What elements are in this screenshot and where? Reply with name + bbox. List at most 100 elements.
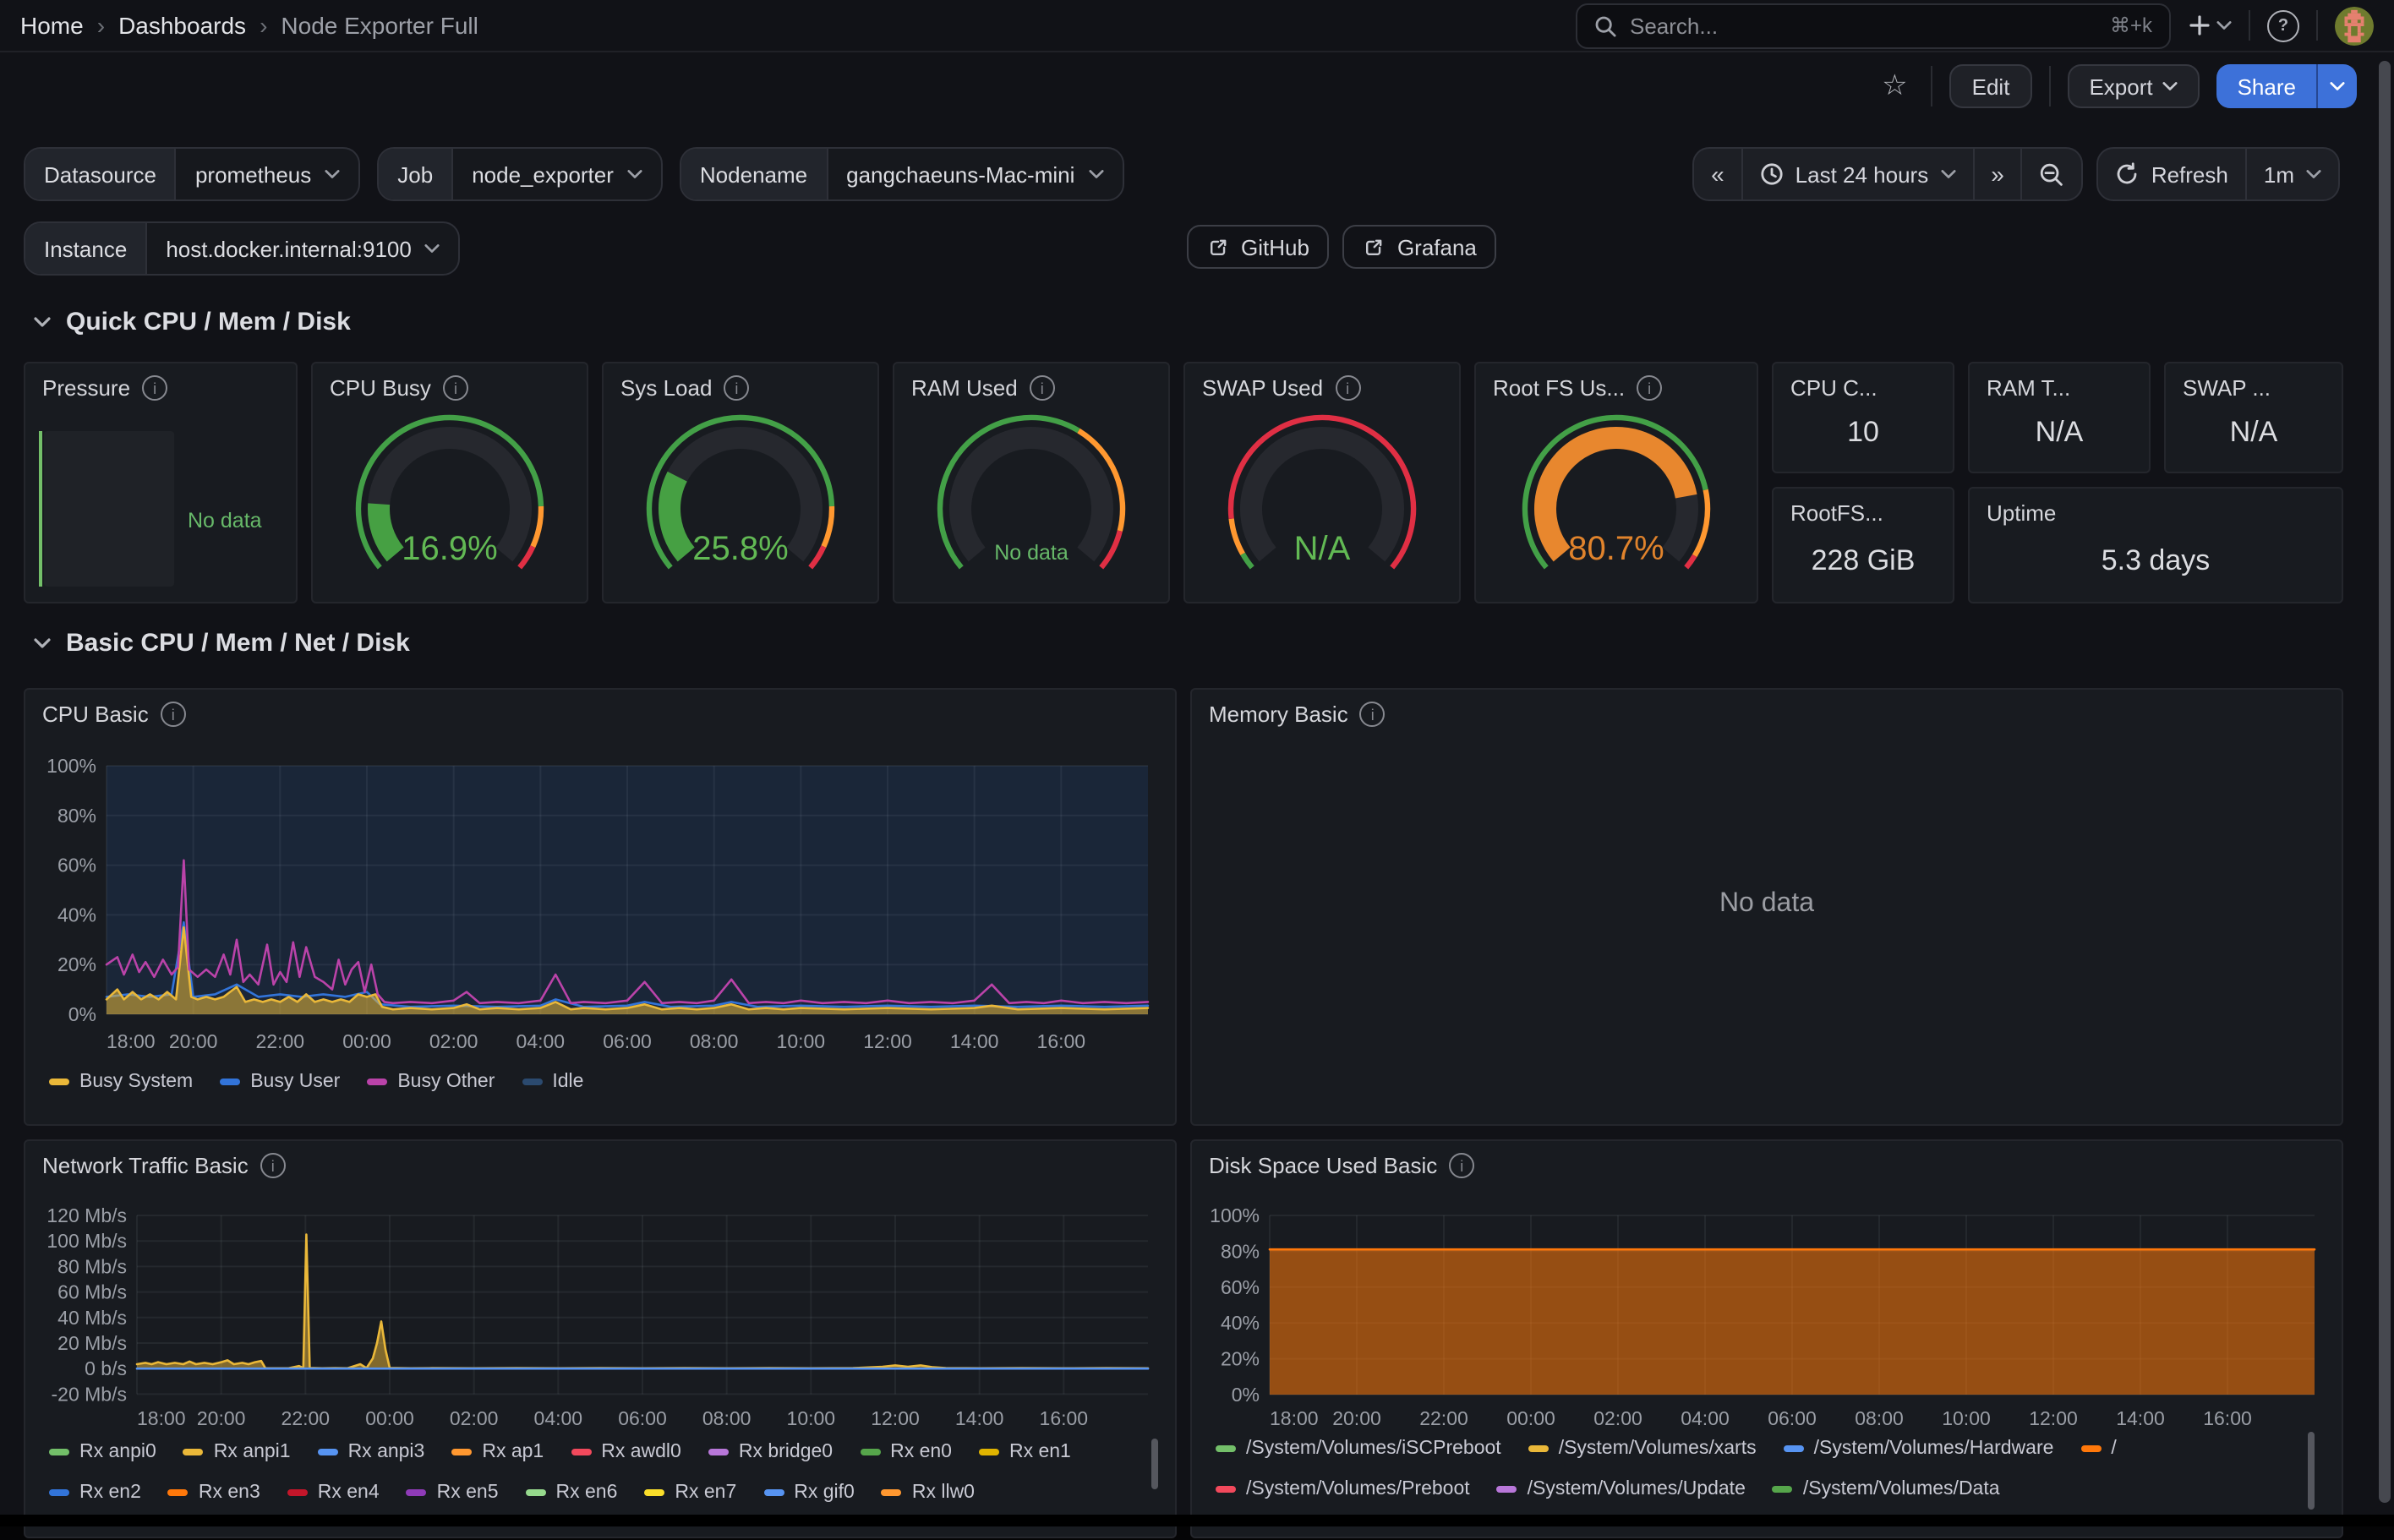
legend-item[interactable]: Rx en5 (407, 1483, 499, 1503)
favorite-button[interactable]: ☆ (1875, 69, 1915, 103)
legend-item[interactable]: Rx en2 (49, 1483, 141, 1503)
section-basic-cpu-mem-net-disk[interactable]: Basic CPU / Mem / Net / Disk (34, 629, 410, 658)
legend-item[interactable]: Busy User (220, 1072, 340, 1092)
page-scrollbar[interactable] (2379, 57, 2392, 1521)
legend-swatch (1216, 1445, 1236, 1452)
github-link[interactable]: GitHub (1187, 225, 1330, 269)
legend-swatch (49, 1489, 69, 1496)
legend-swatch (407, 1489, 427, 1496)
svg-text:18:00: 18:00 (107, 1030, 156, 1052)
legend-item[interactable]: Rx en3 (168, 1483, 260, 1503)
legend-item[interactable]: /System/Volumes/iSCPreboot (1216, 1439, 1501, 1459)
legend-item[interactable]: Rx llw0 (882, 1483, 975, 1503)
legend-swatch (367, 1079, 387, 1085)
legend-label: Rx bridge0 (739, 1442, 833, 1462)
panel-title[interactable]: Memory Basic (1209, 702, 1348, 727)
legend-scrollbar-thumb[interactable] (1151, 1439, 1158, 1489)
legend-item[interactable]: Rx ap1 (451, 1442, 544, 1462)
legend-item[interactable]: Rx en0 (860, 1442, 952, 1462)
legend-item[interactable]: /System/Volumes/Data (1773, 1479, 2000, 1499)
info-icon[interactable]: i (1335, 375, 1360, 401)
variable-nodename-dropdown[interactable]: gangchaeuns-Mac-mini (826, 149, 1122, 199)
legend-item[interactable]: Busy System (49, 1072, 193, 1092)
panel-title[interactable]: RAM Used (911, 375, 1018, 401)
chevron-down-icon (627, 169, 642, 179)
refresh-button[interactable]: Refresh (2099, 149, 2245, 199)
legend-label: Rx en5 (437, 1483, 499, 1503)
legend: Rx anpi0 Rx anpi1 Rx anpi3 Rx ap1 Rx awdl0 Rx… (49, 1442, 1071, 1462)
legend-label: Busy User (250, 1072, 340, 1092)
panel-title[interactable]: SWAP ... (2183, 375, 2271, 401)
legend-item[interactable]: Idle (522, 1072, 583, 1092)
info-icon[interactable]: i (1637, 375, 1662, 401)
legend-item[interactable]: /System/Volumes/Preboot (1216, 1479, 1470, 1499)
zoom-out-button[interactable] (2021, 149, 2082, 199)
legend-item[interactable]: Rx en6 (526, 1483, 618, 1503)
legend-item[interactable]: Rx awdl0 (571, 1442, 681, 1462)
svg-text:80%: 80% (1221, 1240, 1260, 1262)
legend-item[interactable]: Rx en7 (644, 1483, 736, 1503)
svg-text:40%: 40% (1221, 1312, 1260, 1334)
search-input[interactable]: Search... ⌘+k (1576, 3, 2171, 48)
legend-scrollbar-thumb[interactable] (2308, 1432, 2315, 1510)
legend-item[interactable]: Rx en4 (287, 1483, 380, 1503)
panel-title[interactable]: Root FS Us... (1493, 375, 1625, 401)
time-range-picker[interactable]: Last 24 hours (1741, 149, 1973, 199)
legend-item[interactable]: Rx anpi0 (49, 1442, 156, 1462)
time-shift-forward-button[interactable]: » (1972, 149, 2021, 199)
search-shortcut: ⌘+k (2110, 14, 2152, 37)
info-icon[interactable]: i (443, 375, 468, 401)
panel-title[interactable]: RAM T... (1987, 375, 2070, 401)
grafana-link[interactable]: Grafana (1343, 225, 1497, 269)
grafana-dashboard: Home › Dashboards › Node Exporter Full S… (0, 0, 2394, 1526)
legend-item[interactable]: /System/Volumes/Update (1497, 1479, 1746, 1499)
info-icon[interactable]: i (724, 375, 749, 401)
panel-title[interactable]: CPU Busy (330, 375, 431, 401)
variable-instance-dropdown[interactable]: host.docker.internal:9100 (145, 223, 459, 274)
legend-item[interactable]: Rx gif0 (763, 1483, 855, 1503)
legend-item[interactable]: / (2080, 1439, 2116, 1459)
svg-text:22:00: 22:00 (1419, 1407, 1468, 1429)
share-dropdown-button[interactable] (2316, 64, 2357, 108)
time-series-plot[interactable]: 100%80%60%40%20%0%18:0020:0022:0000:0002… (1192, 1141, 2345, 1540)
time-series-plot[interactable]: 120 Mb/s100 Mb/s80 Mb/s60 Mb/s40 Mb/s20 … (25, 1141, 1178, 1540)
share-button[interactable]: Share (2217, 64, 2316, 108)
panel-title[interactable]: SWAP Used (1202, 375, 1323, 401)
legend-item[interactable]: Rx en1 (979, 1442, 1071, 1462)
legend-item[interactable]: /System/Volumes/Hardware (1784, 1439, 2054, 1459)
toolbar-divider (2048, 66, 2050, 106)
time-series-plot[interactable]: 100%80%60%40%20%0%18:0020:0022:0000:0002… (25, 690, 1178, 1128)
info-icon[interactable]: i (1030, 375, 1055, 401)
legend-item[interactable]: Rx bridge0 (708, 1442, 833, 1462)
legend-item[interactable]: Busy Other (367, 1072, 495, 1092)
variable-datasource-dropdown[interactable]: prometheus (175, 149, 358, 199)
breadcrumb-dashboards[interactable]: Dashboards (118, 12, 246, 39)
panel-title[interactable]: RootFS... (1790, 500, 1883, 526)
edit-button[interactable]: Edit (1950, 64, 2032, 108)
help-button[interactable]: ? (2267, 9, 2299, 41)
variable-label: Job (379, 149, 451, 199)
refresh-interval-dropdown[interactable]: 1m (2245, 149, 2338, 199)
info-icon[interactable]: i (1360, 702, 1386, 727)
breadcrumb-home[interactable]: Home (20, 12, 84, 39)
time-shift-back-button[interactable]: « (1694, 149, 1741, 199)
panel-title[interactable]: Sys Load (620, 375, 712, 401)
add-button[interactable] (2188, 14, 2232, 37)
svg-text:00:00: 00:00 (1506, 1407, 1555, 1429)
panel-title[interactable]: Pressure (42, 375, 130, 401)
section-quick-cpu-mem-disk[interactable]: Quick CPU / Mem / Disk (34, 308, 351, 336)
svg-text:60%: 60% (1221, 1276, 1260, 1298)
variable-job-dropdown[interactable]: node_exporter (451, 149, 661, 199)
legend-item[interactable]: /System/Volumes/xarts (1528, 1439, 1757, 1459)
variable-job: Job node_exporter (377, 147, 663, 201)
svg-text:02:00: 02:00 (1593, 1407, 1642, 1429)
panel-title[interactable]: Uptime (1987, 500, 2056, 526)
export-button[interactable]: Export (2067, 64, 2200, 108)
legend-item[interactable]: Rx anpi1 (183, 1442, 291, 1462)
avatar[interactable] (2335, 6, 2374, 45)
panel-title[interactable]: CPU C... (1790, 375, 1877, 401)
legend-item[interactable]: Rx anpi3 (318, 1442, 425, 1462)
page-scrollbar-thumb[interactable] (2379, 61, 2391, 1503)
info-icon[interactable]: i (142, 375, 167, 401)
svg-text:20:00: 20:00 (169, 1030, 218, 1052)
